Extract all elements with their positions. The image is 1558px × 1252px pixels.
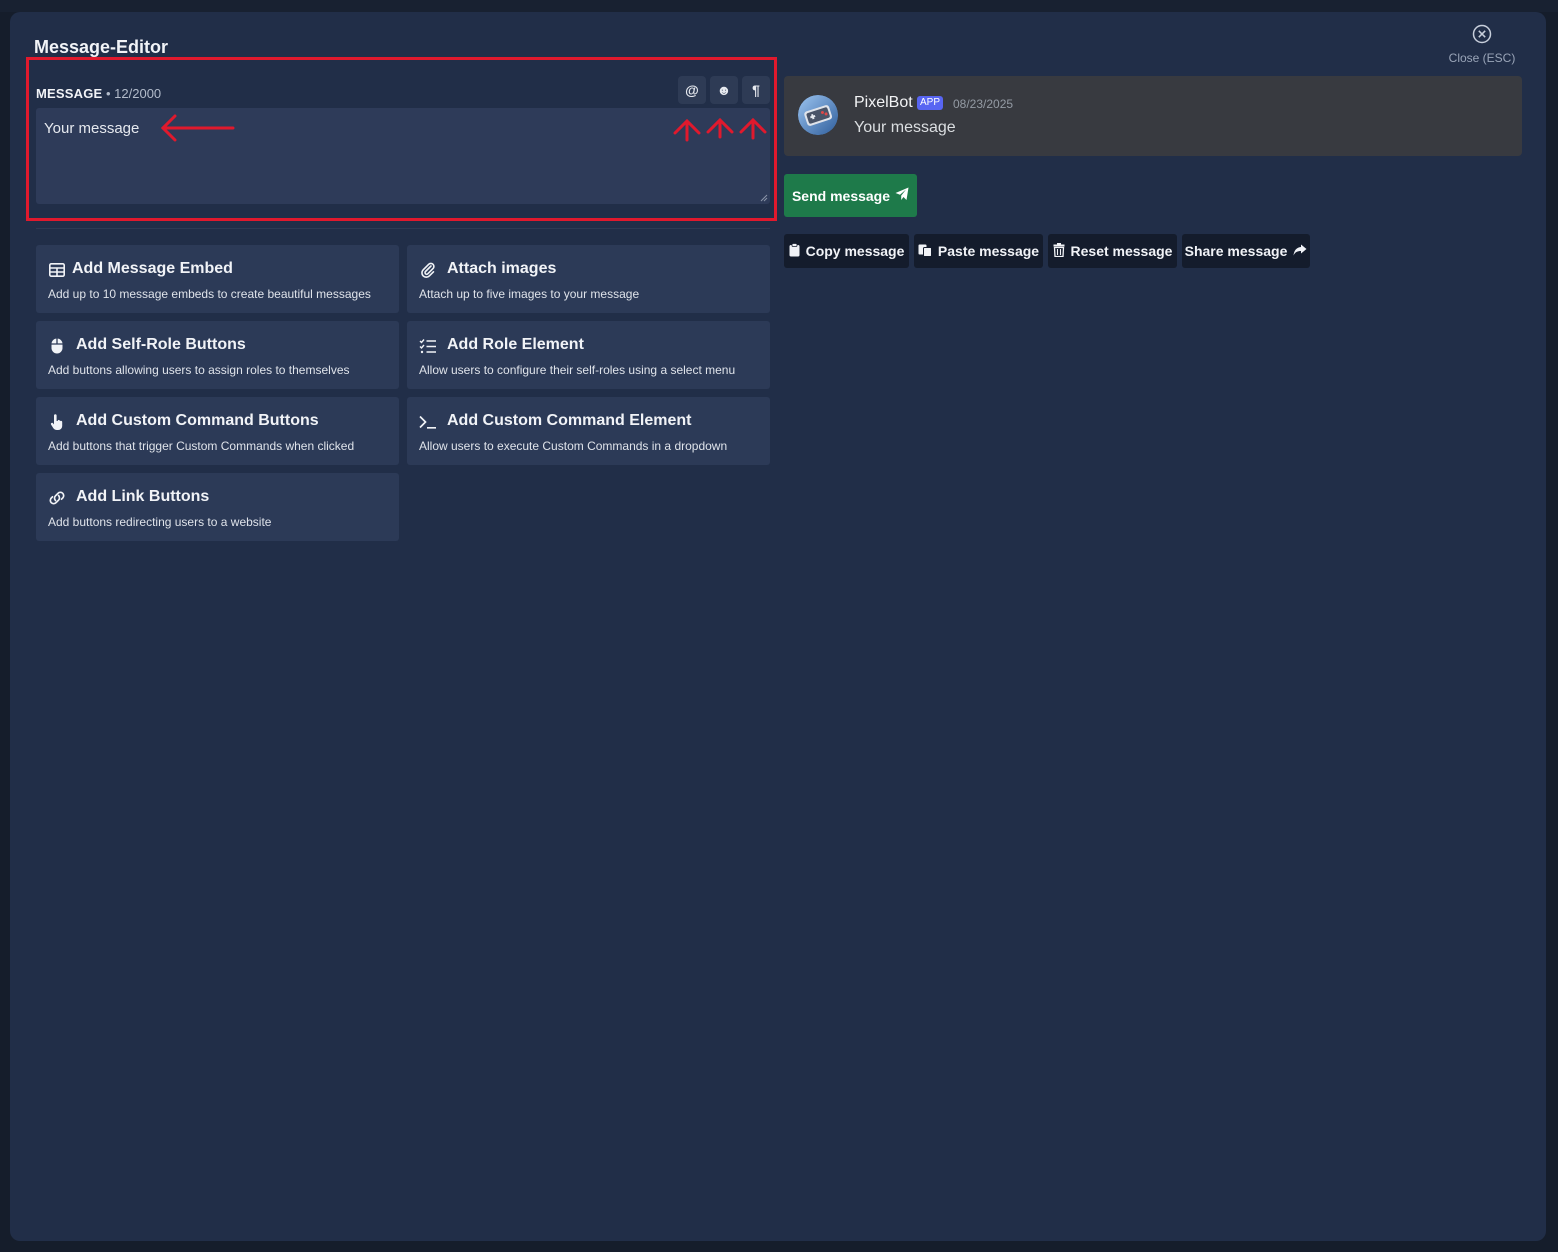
message-input[interactable]: Your message bbox=[36, 108, 770, 204]
card-description: Allow users to configure their self-role… bbox=[419, 363, 736, 377]
message-section: MESSAGE • 12/2000 @ ☻ ¶ Your message bbox=[36, 76, 770, 212]
paperclip-icon bbox=[419, 261, 437, 279]
message-header: MESSAGE • 12/2000 @ ☻ ¶ bbox=[36, 76, 770, 110]
add-custom-command-element-card[interactable]: Add Custom Command Element Allow users t… bbox=[407, 397, 770, 465]
copy-label: Copy message bbox=[805, 243, 905, 259]
modal-title: Message-Editor bbox=[34, 37, 169, 57]
avatar bbox=[798, 95, 838, 135]
link-icon bbox=[48, 489, 66, 507]
message-editor-modal: Message-Editor Close (ESC) MESSAGE • 12/… bbox=[10, 12, 1546, 1241]
close-label: Close (ESC) bbox=[1448, 51, 1516, 65]
trash-icon bbox=[1053, 242, 1065, 260]
pilcrow-icon: ¶ bbox=[752, 82, 760, 98]
card-title: Add Self-Role Buttons bbox=[76, 336, 246, 353]
resize-handle[interactable] bbox=[760, 194, 768, 202]
pointer-hand-icon bbox=[48, 413, 66, 431]
emoji-button[interactable]: ☻ bbox=[710, 76, 738, 104]
list-check-icon bbox=[419, 337, 437, 355]
mouse-icon bbox=[48, 337, 66, 355]
card-title: Add Message Embed bbox=[72, 260, 233, 277]
emoji-icon: ☻ bbox=[716, 82, 732, 98]
add-self-role-buttons-card[interactable]: Add Self-Role Buttons Add buttons allowi… bbox=[36, 321, 399, 389]
add-message-embed-card[interactable]: Add Message Embed Add up to 10 message e… bbox=[36, 245, 399, 313]
backdrop bbox=[0, 0, 1558, 12]
message-preview: PixelBot APP 08/23/2025 Your message bbox=[784, 76, 1522, 156]
attach-images-card[interactable]: Attach images Attach up to five images t… bbox=[407, 245, 770, 313]
paper-plane-icon bbox=[895, 187, 909, 204]
app-badge: APP bbox=[917, 96, 944, 110]
send-message-button[interactable]: Send message bbox=[784, 174, 917, 217]
reset-label: Reset message bbox=[1070, 243, 1173, 259]
share-arrow-icon bbox=[1293, 243, 1307, 259]
card-description: Add buttons that trigger Custom Commands… bbox=[48, 439, 355, 453]
card-title: Add Link Buttons bbox=[76, 488, 210, 505]
table-icon bbox=[48, 261, 66, 279]
bot-name: PixelBot bbox=[854, 94, 913, 111]
card-title: Attach images bbox=[447, 260, 557, 277]
formatting-button[interactable]: ¶ bbox=[742, 76, 770, 104]
preview-message-text: Your message bbox=[854, 119, 956, 136]
add-role-element-card[interactable]: Add Role Element Allow users to configur… bbox=[407, 321, 770, 389]
close-icon bbox=[1472, 24, 1492, 44]
card-description: Allow users to execute Custom Commands i… bbox=[419, 439, 728, 453]
add-link-buttons-card[interactable]: Add Link Buttons Add buttons redirecting… bbox=[36, 473, 399, 541]
share-message-button[interactable]: Share message bbox=[1182, 234, 1310, 268]
send-label: Send message bbox=[791, 187, 891, 204]
share-label: Share message bbox=[1184, 243, 1288, 259]
card-description: Add up to 10 message embeds to create be… bbox=[48, 287, 371, 301]
character-count: • 12/2000 bbox=[106, 86, 162, 101]
card-title: Add Custom Command Element bbox=[447, 412, 692, 429]
add-custom-command-buttons-card[interactable]: Add Custom Command Buttons Add buttons t… bbox=[36, 397, 399, 465]
paste-icon bbox=[918, 243, 932, 260]
close-button[interactable]: Close (ESC) bbox=[1442, 24, 1522, 65]
divider bbox=[36, 228, 770, 229]
paste-message-button[interactable]: Paste message bbox=[914, 234, 1043, 268]
card-title: Add Custom Command Buttons bbox=[76, 412, 319, 429]
mention-button[interactable]: @ bbox=[678, 76, 706, 104]
copy-message-button[interactable]: Copy message bbox=[784, 234, 909, 268]
message-label: MESSAGE bbox=[36, 86, 103, 101]
reset-message-button[interactable]: Reset message bbox=[1048, 234, 1177, 268]
terminal-icon bbox=[419, 413, 437, 431]
card-description: Add buttons allowing users to assign rol… bbox=[48, 363, 350, 377]
at-sign-icon: @ bbox=[685, 82, 699, 98]
card-description: Attach up to five images to your message bbox=[419, 287, 640, 301]
card-title: Add Role Element bbox=[447, 336, 584, 353]
paste-label: Paste message bbox=[937, 243, 1040, 259]
clipboard-icon bbox=[789, 242, 800, 260]
message-date: 08/23/2025 bbox=[953, 97, 1014, 111]
card-description: Add buttons redirecting users to a websi… bbox=[48, 515, 272, 529]
